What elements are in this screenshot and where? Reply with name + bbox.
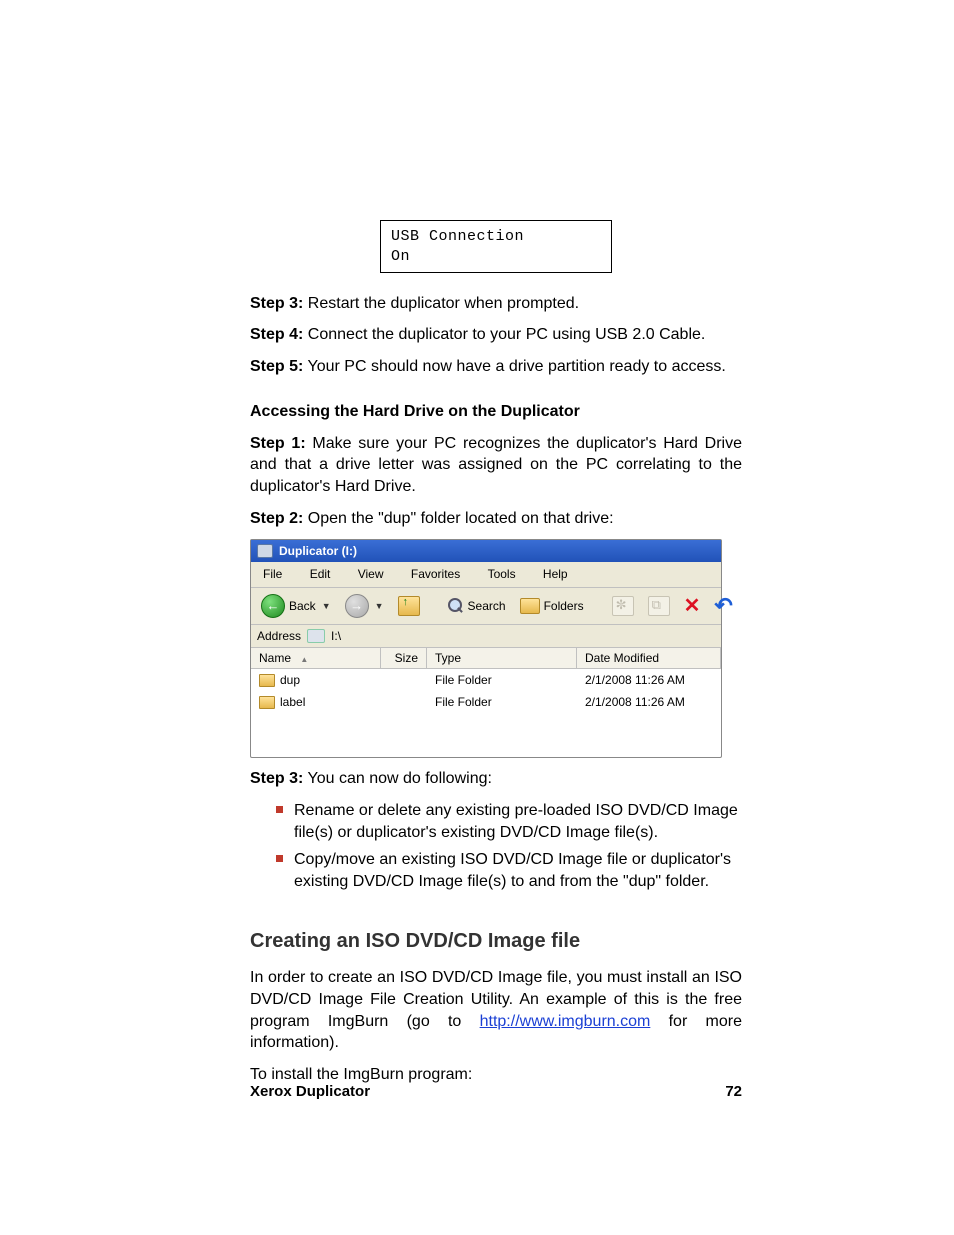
footer-title: Xerox Duplicator [250, 1083, 370, 1100]
back-label: Back [289, 598, 316, 614]
list-item: Rename or delete any existing pre-loaded… [294, 800, 742, 843]
menu-view[interactable]: View [346, 564, 396, 584]
folders-label: Folders [544, 598, 584, 614]
step-label: Step 2: [250, 510, 303, 527]
explorer-titlebar[interactable]: Duplicator (I:) [251, 540, 721, 562]
sort-asc-icon: ▲ [300, 655, 308, 664]
step-label: Step 3: [250, 295, 303, 312]
forward-arrow-icon: → [345, 594, 369, 618]
step-5-partition: Step 5: Your PC should now have a drive … [250, 356, 742, 378]
explorer-toolbar: ← Back ▼ → ▼ Search Folder [251, 588, 721, 625]
explorer-column-headers: Name ▲ Size Type Date Modified [251, 648, 721, 669]
file-type: File Folder [427, 692, 577, 712]
bullet-list: Rename or delete any existing pre-loaded… [250, 800, 742, 892]
imgburn-link[interactable]: http://www.imgburn.com [480, 1013, 651, 1030]
step-text: Your PC should now have a drive partitio… [308, 358, 726, 375]
col-header-type[interactable]: Type [427, 648, 577, 668]
access-step-2: Step 2: Open the "dup" folder located on… [250, 508, 742, 530]
copy-to-button[interactable] [644, 594, 674, 618]
step-label: Step 5: [250, 358, 303, 375]
file-date: 2/1/2008 11:26 AM [577, 692, 721, 712]
chevron-down-icon: ▼ [322, 600, 331, 612]
back-button[interactable]: ← Back ▼ [257, 592, 335, 620]
undo-icon: ↶ [714, 597, 732, 615]
menu-edit[interactable]: Edit [298, 564, 343, 584]
col-name-label: Name [259, 651, 291, 665]
step-text: Connect the duplicator to your PC using … [308, 326, 706, 343]
address-label: Address [257, 628, 301, 644]
file-name: label [280, 694, 305, 710]
file-name: dup [280, 672, 300, 688]
folders-icon [520, 598, 540, 614]
back-arrow-icon: ← [261, 594, 285, 618]
heading-creating-iso: Creating an ISO DVD/CD Image file [250, 928, 742, 955]
table-row[interactable]: label File Folder 2/1/2008 11:26 AM [251, 691, 721, 713]
window-title: Duplicator (I:) [279, 543, 357, 559]
menu-favorites[interactable]: Favorites [399, 564, 472, 584]
drive-icon [307, 629, 325, 643]
menu-tools[interactable]: Tools [476, 564, 528, 584]
folder-icon [259, 696, 275, 709]
step-4-connect: Step 4: Connect the duplicator to your P… [250, 324, 742, 346]
move-to-icon [612, 596, 634, 616]
up-folder-icon [398, 596, 420, 616]
step-label: Step 4: [250, 326, 303, 343]
subheading-accessing-hd: Accessing the Hard Drive on the Duplicat… [250, 401, 742, 423]
folder-icon [259, 674, 275, 687]
col-header-name[interactable]: Name ▲ [251, 648, 381, 668]
explorer-window: Duplicator (I:) File Edit View Favorites… [250, 539, 722, 758]
explorer-menubar: File Edit View Favorites Tools Help [251, 562, 721, 587]
explorer-addressbar: Address I:\ [251, 625, 721, 648]
drive-icon [257, 544, 273, 558]
col-header-size[interactable]: Size [381, 648, 427, 668]
menu-help[interactable]: Help [531, 564, 580, 584]
footer-page-number: 72 [725, 1083, 742, 1100]
delete-button[interactable]: ✕ [680, 595, 705, 617]
access-step-3: Step 3: You can now do following: [250, 768, 742, 790]
folders-button[interactable]: Folders [516, 596, 588, 616]
explorer-empty-area [251, 713, 721, 757]
address-value[interactable]: I:\ [331, 628, 341, 644]
forward-button[interactable]: → ▼ [341, 592, 388, 620]
iso-intro-paragraph: In order to create an ISO DVD/CD Image f… [250, 967, 742, 1053]
lcd-line-2: On [391, 247, 601, 267]
page-footer: Xerox Duplicator 72 [250, 1083, 742, 1100]
lcd-line-1: USB Connection [391, 227, 601, 247]
step-text: You can now do following: [308, 770, 492, 787]
step-label: Step 1: [250, 435, 306, 452]
file-size [381, 692, 427, 712]
up-folder-button[interactable] [394, 594, 424, 618]
col-header-date[interactable]: Date Modified [577, 648, 721, 668]
file-date: 2/1/2008 11:26 AM [577, 670, 721, 690]
undo-button[interactable]: ↶ [710, 595, 736, 617]
chevron-down-icon: ▼ [375, 600, 384, 612]
delete-x-icon: ✕ [684, 597, 701, 615]
copy-to-icon [648, 596, 670, 616]
access-step-1: Step 1: Make sure your PC recognizes the… [250, 433, 742, 498]
menu-file[interactable]: File [251, 564, 294, 584]
list-item: Copy/move an existing ISO DVD/CD Image f… [294, 849, 742, 892]
search-icon [448, 598, 464, 614]
search-label: Search [468, 598, 506, 614]
file-type: File Folder [427, 670, 577, 690]
step-text: Make sure your PC recognizes the duplica… [250, 435, 742, 495]
table-row[interactable]: dup File Folder 2/1/2008 11:26 AM [251, 669, 721, 691]
search-button[interactable]: Search [444, 596, 510, 616]
step-text: Restart the duplicator when prompted. [308, 295, 579, 312]
step-3-restart: Step 3: Restart the duplicator when prom… [250, 293, 742, 315]
step-label: Step 3: [250, 770, 303, 787]
step-text: Open the "dup" folder located on that dr… [308, 510, 614, 527]
file-size [381, 670, 427, 690]
move-to-button[interactable] [608, 594, 638, 618]
lcd-display: USB Connection On [380, 220, 612, 273]
